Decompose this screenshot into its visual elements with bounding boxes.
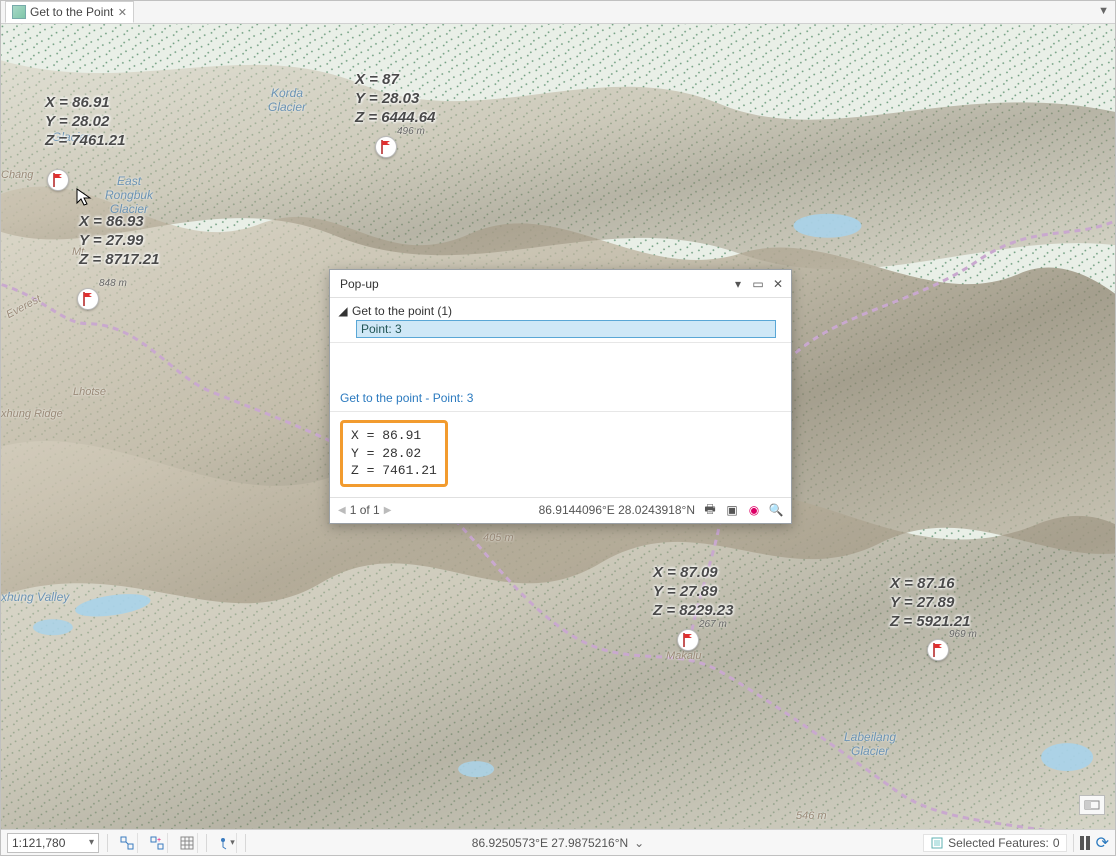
elevation-label: 848 m bbox=[99, 278, 127, 289]
print-icon[interactable]: 🖶 bbox=[703, 503, 717, 517]
snapping-toggle[interactable] bbox=[1079, 795, 1105, 815]
point-xyz-label: X = 87.16 Y = 27.89 Z = 5921.21 bbox=[890, 575, 970, 631]
elevation-label: 267 m bbox=[699, 619, 727, 630]
popup-nav: ◀ 1 of 1 ▶ bbox=[338, 503, 391, 517]
status-cursor-coord: 86.9250573°E 27.9875216°N ⌄ bbox=[472, 836, 644, 850]
popup-y-line: Y = 28.02 bbox=[351, 445, 437, 463]
popup-tool-icons: 🖶 ▣ ◉ 🔍 bbox=[703, 503, 783, 517]
popup-subtitle: Get to the point - Point: 3 bbox=[330, 385, 791, 412]
snap-tool[interactable]: ▾ bbox=[215, 833, 237, 853]
map-tab[interactable]: Get to the Point ✕ bbox=[5, 1, 134, 23]
map-place-label: Korda Glacier bbox=[268, 86, 306, 114]
popup-z-line: Z = 7461.21 bbox=[351, 462, 437, 480]
find-icon[interactable]: 🔍 bbox=[769, 503, 783, 517]
point-flag-marker[interactable] bbox=[375, 136, 397, 158]
chevron-down-icon: ▾ bbox=[89, 837, 94, 848]
tabbar-menu-icon[interactable]: ▼ bbox=[1098, 5, 1109, 17]
map-place-label: xhung Ridge bbox=[1, 408, 63, 420]
map-icon bbox=[12, 5, 26, 19]
point-xyz-label: X = 86.93 Y = 27.99 Z = 8717.21 bbox=[79, 213, 159, 269]
popup-tree-header: Get to the point (1) bbox=[352, 304, 452, 318]
constraint-tool-1[interactable] bbox=[116, 833, 138, 853]
popup-tree-selected[interactable]: Point: 3 bbox=[356, 320, 776, 338]
project-tab-bar: Get to the Point ✕ ▼ bbox=[1, 1, 1115, 24]
map-place-label: Makalu bbox=[666, 650, 701, 662]
next-feature-icon[interactable]: ▶ bbox=[384, 505, 392, 516]
refresh-button[interactable]: ⟳ bbox=[1096, 833, 1109, 853]
point-xyz-label: X = 86.91 Y = 28.02 Z = 7461.21 bbox=[45, 94, 125, 150]
status-bar: 1:121,780 ▾ + ▾ 86.9250573°E 27.9875216°… bbox=[1, 829, 1115, 855]
popup-header[interactable]: Pop-up ▾ ▭ ✕ bbox=[330, 270, 791, 298]
select-icon[interactable]: ▣ bbox=[725, 503, 739, 517]
point-flag-marker[interactable] bbox=[47, 169, 69, 191]
popup-window-buttons: ▾ ▭ ✕ bbox=[731, 277, 785, 291]
popup-dock-icon[interactable]: ▭ bbox=[751, 277, 765, 291]
point-flag-marker[interactable] bbox=[927, 639, 949, 661]
popup-nav-text: 1 of 1 bbox=[350, 503, 380, 517]
map-place-label: Chang bbox=[1, 169, 33, 181]
svg-text:+: + bbox=[157, 837, 161, 844]
pause-drawing-button[interactable] bbox=[1080, 836, 1090, 850]
prev-feature-icon[interactable]: ◀ bbox=[338, 505, 346, 516]
grid-tool[interactable] bbox=[176, 833, 198, 853]
popup-tree-spacer bbox=[330, 343, 791, 385]
popup-feature-tree: ◢ Get to the point (1) Point: 3 bbox=[330, 298, 791, 343]
selected-features-label: Selected Features: bbox=[948, 836, 1049, 850]
popup-title: Pop-up bbox=[340, 277, 379, 291]
map-view[interactable]: Korda GlacierChangGlacierEast Rongbuk Gl… bbox=[1, 24, 1115, 829]
app-window: Get to the Point ✕ ▼ bbox=[0, 0, 1116, 856]
popup-body: X = 86.91 Y = 28.02 Z = 7461.21 bbox=[330, 412, 791, 497]
map-place-label: xhung Valley bbox=[1, 590, 69, 604]
point-xyz-label: X = 87 Y = 28.03 Z = 6444.64 bbox=[355, 71, 435, 127]
popup-xyz-highlight: X = 86.91 Y = 28.02 Z = 7461.21 bbox=[340, 420, 448, 487]
close-tab-icon[interactable]: ✕ bbox=[117, 7, 127, 17]
map-place-label: 546 m bbox=[796, 810, 827, 822]
elevation-label: 496 m bbox=[397, 126, 425, 137]
map-tab-title: Get to the Point bbox=[30, 5, 113, 19]
popup-menu-icon[interactable]: ▾ bbox=[731, 277, 745, 291]
scale-value: 1:121,780 bbox=[12, 836, 65, 850]
point-flag-marker[interactable] bbox=[77, 288, 99, 310]
mouse-cursor-icon bbox=[75, 187, 93, 207]
popup-tree-group[interactable]: ◢ Get to the point (1) bbox=[338, 304, 783, 318]
popup-close-icon[interactable]: ✕ bbox=[771, 277, 785, 291]
target-icon[interactable]: ◉ bbox=[747, 503, 761, 517]
point-flag-marker[interactable] bbox=[677, 629, 699, 651]
map-place-label: East Rongbuk Glacier bbox=[105, 174, 153, 216]
constraint-tool-2[interactable]: + bbox=[146, 833, 168, 853]
map-place-label: Lhotse bbox=[73, 386, 106, 398]
coord-format-chevron-icon[interactable]: ⌄ bbox=[634, 836, 644, 850]
map-place-label: 405 m bbox=[483, 532, 514, 544]
popup-coord: 86.9144096°E 28.0243918°N bbox=[539, 503, 695, 517]
map-place-label: Labeilang Glacier bbox=[844, 730, 896, 758]
selected-features-count: 0 bbox=[1053, 836, 1060, 850]
map-scale-input[interactable]: 1:121,780 ▾ bbox=[7, 833, 99, 853]
popup-x-line: X = 86.91 bbox=[351, 427, 437, 445]
elevation-label: 969 m bbox=[949, 629, 977, 640]
popup-footer: ◀ 1 of 1 ▶ 86.9144096°E 28.0243918°N 🖶 ▣… bbox=[330, 497, 791, 523]
point-xyz-label: X = 87.09 Y = 27.89 Z = 8229.23 bbox=[653, 564, 733, 620]
selection-icon bbox=[930, 836, 944, 850]
cursor-coord-text: 86.9250573°E 27.9875216°N bbox=[472, 836, 628, 850]
popup-panel: Pop-up ▾ ▭ ✕ ◢ Get to the point (1) Poin… bbox=[329, 269, 792, 524]
caret-down-icon: ◢ bbox=[338, 304, 348, 318]
selected-features-readout[interactable]: Selected Features: 0 bbox=[923, 834, 1066, 852]
